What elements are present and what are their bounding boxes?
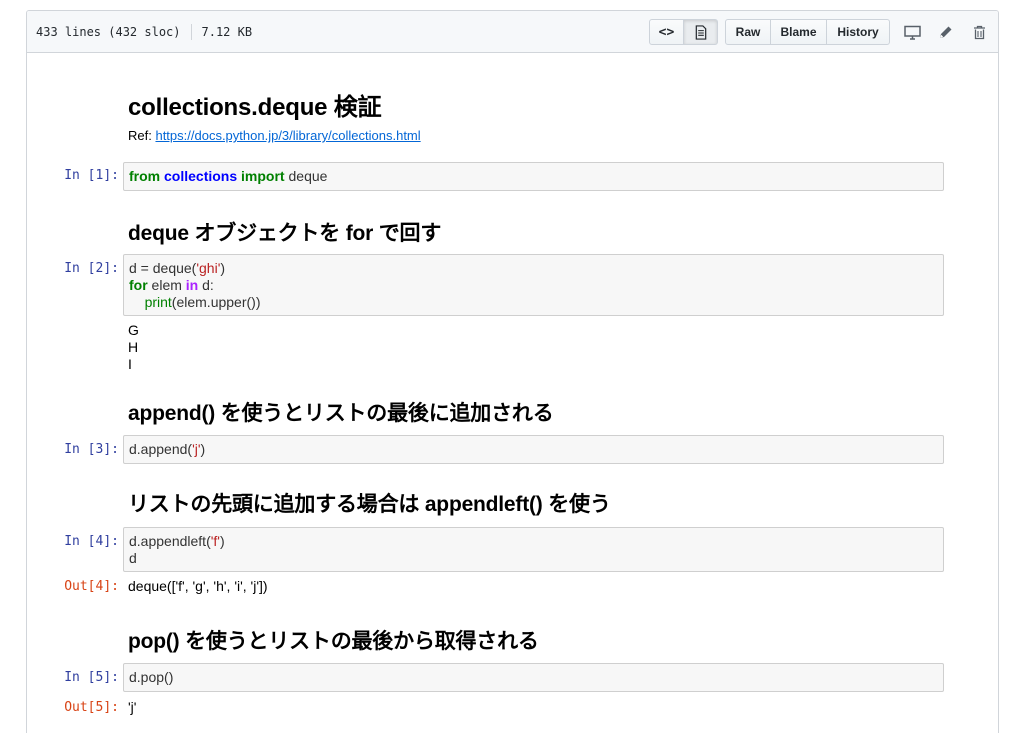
pencil-icon[interactable] <box>936 23 954 41</box>
heading-appendleft: リストの先頭に追加する場合は appendleft() を使う <box>128 493 611 516</box>
code-token: (elem.upper()) <box>171 294 261 310</box>
file-viewer: 433 lines (432 sloc) 7.12 KB <> Raw Blam… <box>26 10 999 733</box>
desktop-icon[interactable] <box>903 23 921 41</box>
code-cell-1[interactable]: from collections import deque <box>123 162 944 191</box>
code-token: d: <box>198 277 214 293</box>
notebook-title: collections.deque 検証 <box>128 94 382 121</box>
code-token: deque <box>284 168 328 184</box>
code-token: ) <box>220 260 226 276</box>
code-icon: <> <box>658 24 675 40</box>
code-token: for <box>129 277 148 293</box>
in-prompt-4: In [4]: <box>64 534 119 549</box>
code-token: in <box>185 277 199 293</box>
in-prompt-3: In [3]: <box>64 442 119 457</box>
code-token: d <box>129 550 137 566</box>
code-token: print <box>144 294 172 310</box>
reference: Ref: https://docs.python.jp/3/library/co… <box>128 128 421 143</box>
code-token: 'f' <box>210 533 220 549</box>
heading-pop: pop() を使うとリストの最後から取得される <box>128 630 539 653</box>
code-cell-4[interactable]: d.appendleft('f') d <box>123 527 944 572</box>
code-token: ) <box>219 533 225 549</box>
ref-label: Ref: <box>128 128 152 143</box>
file-text-icon <box>695 24 706 40</box>
result-output-4: deque(['f', 'g', 'h', 'i', 'j']) <box>128 578 268 594</box>
code-token: ) <box>200 441 206 457</box>
result-output-5: 'j' <box>128 699 137 715</box>
trash-icon[interactable] <box>970 23 988 41</box>
code-token: import <box>241 168 285 184</box>
code-token: d = deque( <box>129 260 197 276</box>
code-token: from <box>129 168 161 184</box>
out-prompt-4: Out[4]: <box>64 579 119 594</box>
in-prompt-1: In [1]: <box>64 168 119 183</box>
stream-output-2: G H I <box>128 322 139 372</box>
heading-append: append() を使うとリストの最後に追加される <box>128 402 554 425</box>
code-token: d.pop() <box>129 669 174 685</box>
code-token: 'ghi' <box>196 260 221 276</box>
code-token: collections <box>164 168 238 184</box>
code-token: d.appendleft( <box>129 533 211 549</box>
ref-link[interactable]: https://docs.python.jp/3/library/collect… <box>155 128 420 143</box>
heading-for-loop: deque オブジェクトを for で回す <box>128 222 442 245</box>
raw-button[interactable]: Raw <box>725 19 771 45</box>
display-rendered-button[interactable] <box>683 19 718 45</box>
divider <box>190 23 192 40</box>
file-header: 433 lines (432 sloc) 7.12 KB <> Raw Blam… <box>27 11 998 53</box>
history-button[interactable]: History <box>826 19 890 45</box>
file-info: 433 lines (432 sloc) 7.12 KB <box>36 23 253 40</box>
display-source-button[interactable]: <> <box>649 19 684 45</box>
code-cell-2[interactable]: d = deque('ghi') for elem in d: print(el… <box>123 254 944 316</box>
code-cell-3[interactable]: d.append('j') <box>123 435 944 464</box>
code-token: 'j' <box>192 441 201 457</box>
in-prompt-5: In [5]: <box>64 670 119 685</box>
blame-button[interactable]: Blame <box>770 19 827 45</box>
file-size: 7.12 KB <box>201 24 253 39</box>
code-token: d.append( <box>129 441 193 457</box>
in-prompt-2: In [2]: <box>64 261 119 276</box>
code-token: elem <box>147 277 186 293</box>
code-cell-5[interactable]: d.pop() <box>123 663 944 692</box>
out-prompt-5: Out[5]: <box>64 700 119 715</box>
line-count: 433 lines (432 sloc) <box>36 24 181 39</box>
